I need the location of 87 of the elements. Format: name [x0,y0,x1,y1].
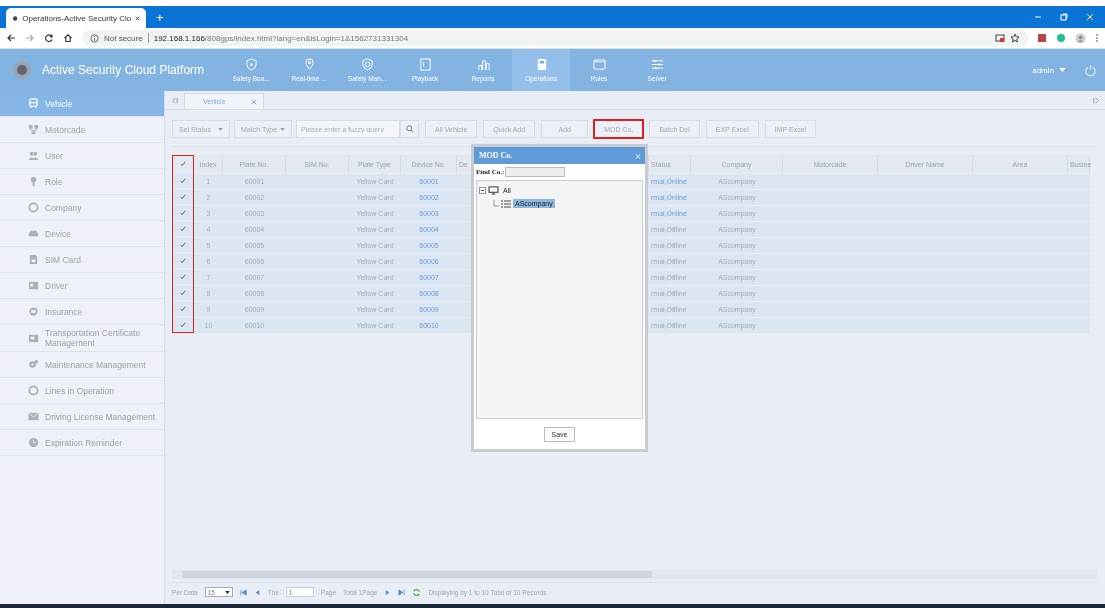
next-page-icon[interactable] [384,588,392,596]
url-text: 192.168.1.166/808gps/index.html?lang=en&isLogin=1&1562731331304 [153,33,409,43]
horizontal-scrollbar[interactable] [172,570,1097,579]
security-label: Not secure [104,33,143,43]
pin-icon [302,58,316,71]
clock-icon [28,437,39,448]
nodes-icon [28,124,39,135]
frame-icon [418,58,432,71]
sidebar-item[interactable]: Lines in Operation [0,378,164,404]
last-page-icon[interactable] [398,588,406,596]
list-icon [501,199,511,208]
dialog-title: MOD Co. [479,151,513,160]
logo-icon [12,60,32,80]
home-icon[interactable] [63,33,73,43]
sidebar-item[interactable]: Insurance [0,299,164,325]
first-page-icon[interactable] [239,588,247,596]
tree-line-icon [493,199,499,208]
expand-icon[interactable] [1093,97,1100,104]
row-checkbox[interactable] [178,240,188,249]
bus-icon [28,98,39,109]
row-checkbox[interactable] [178,272,188,281]
collapse-icon[interactable] [479,187,486,194]
restore-icon[interactable] [1059,12,1069,22]
caret-icon [1059,68,1066,72]
new-tab-button[interactable]: + [156,10,164,25]
sliders-icon [650,58,664,71]
select-all-checkbox[interactable] [178,159,188,169]
row-checkbox[interactable] [178,192,188,201]
power-icon[interactable] [1084,63,1097,77]
row-checkbox[interactable] [178,304,188,313]
monitor-icon [488,186,499,195]
sidebar-item[interactable]: Device [0,221,164,247]
search-button[interactable] [400,120,419,138]
chart-icon [476,58,490,71]
forward-icon[interactable] [25,33,35,43]
sidebar-item[interactable]: Company [0,195,164,221]
row-checkbox[interactable] [178,224,188,233]
row-checkbox[interactable] [178,256,188,265]
find-field[interactable] [505,167,566,177]
browser-tab[interactable]: Operations-Active Security Clo [6,8,146,28]
sidebar-item[interactable]: Expiration Reminder [0,430,164,456]
badge-icon [28,306,39,317]
sidebar-item[interactable]: Motorcade [0,117,164,143]
caret-icon [224,590,230,594]
refresh-icon[interactable] [412,587,422,597]
address-bar[interactable]: Not secure 192.168.1.166/808gps/index.html?lang=en&isLogin=1&1562731331304 [82,30,1028,46]
sidebar-item[interactable]: SIM Card [0,247,164,273]
caret-icon [280,127,285,131]
user-menu[interactable]: admin [1032,65,1066,75]
sidebar-item[interactable]: Driver [0,273,164,299]
menu-icon[interactable] [1095,33,1099,43]
app-title: Active Security Cloud Platform [42,63,205,77]
close-icon[interactable] [135,14,140,22]
shield-icon [244,58,258,71]
close-button[interactable]: × [634,149,641,162]
star-icon[interactable] [1010,33,1020,43]
pdf-extension-icon[interactable] [1037,33,1047,43]
mail-icon [28,411,39,422]
key-icon [28,176,39,187]
tab-title: Operations-Active Security Clo [22,13,132,23]
sync-extension-icon[interactable] [1056,33,1066,43]
close-icon [251,98,257,105]
sim-icon [28,254,39,265]
row-checkbox[interactable] [178,208,188,217]
sidebar-item[interactable]: Vehicle [0,91,164,117]
row-checkbox[interactable] [178,176,188,185]
sidebar-item[interactable]: Transportation Certificate Management [0,325,164,352]
card-icon [28,280,39,291]
gears-icon [28,359,39,370]
row-checkbox[interactable] [178,320,188,329]
reload-icon[interactable] [44,33,54,43]
sidebar-item[interactable]: Role [0,169,164,195]
row-checkbox[interactable] [178,288,188,297]
info-icon [90,33,99,43]
cast-icon[interactable] [995,33,1005,43]
caret-icon [218,127,223,131]
ring-icon [28,385,39,396]
ring-icon [28,202,39,213]
sidebar-item[interactable]: User [0,143,164,169]
users-icon [28,150,39,161]
sidebar-item[interactable]: Driving License Management [0,404,164,430]
search-icon [405,125,414,133]
window-icon [592,58,606,71]
sidebar-item[interactable]: Maintenance Management [0,352,164,378]
back-icon[interactable] [6,33,16,43]
avatar-icon[interactable] [1075,32,1086,44]
previous-page-icon[interactable] [253,588,261,596]
